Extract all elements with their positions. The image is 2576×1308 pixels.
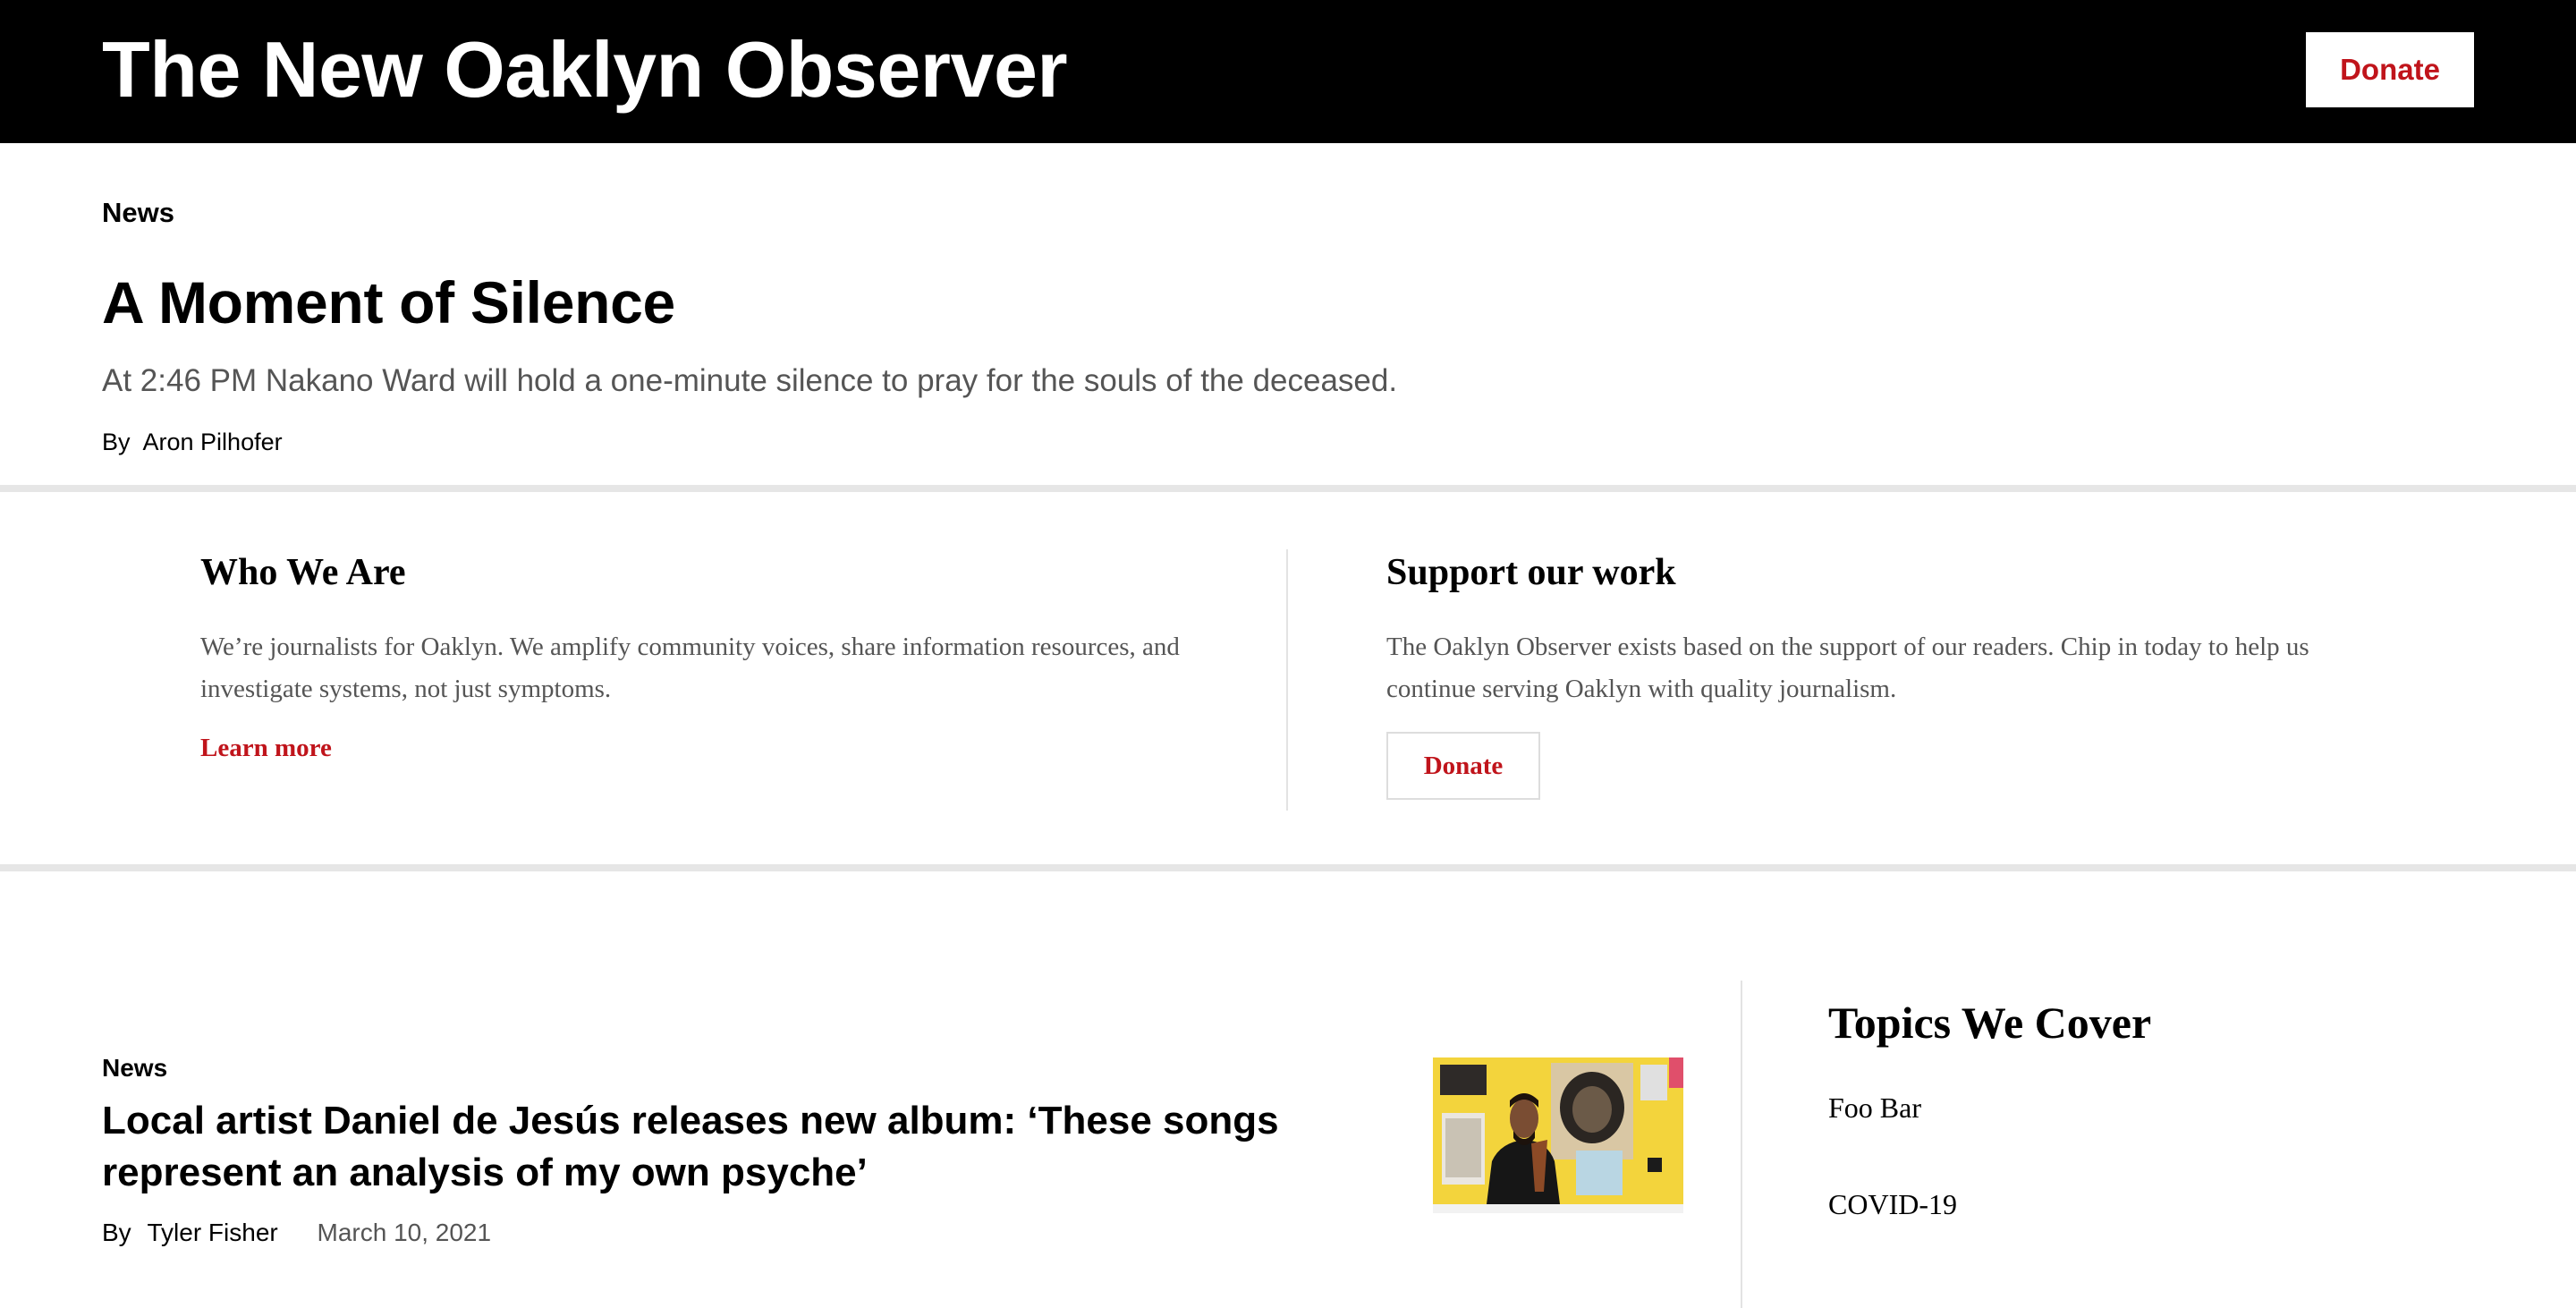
donate-button[interactable]: Donate [2306, 32, 2474, 107]
site-title[interactable]: The New Oaklyn Observer [102, 23, 1068, 116]
article-title[interactable]: Local artist Daniel de Jesús releases ne… [102, 1095, 1354, 1199]
byline-label: By [102, 1219, 131, 1246]
top-story: News A Moment of Silence At 2:46 PM Naka… [102, 195, 2428, 458]
article-thumbnail[interactable] [1433, 1057, 1683, 1204]
support-block: Support our work The Oaklyn Observer exi… [1386, 549, 2379, 800]
section-divider [0, 485, 2576, 492]
article-meta: By Tyler Fisher March 10, 2021 [102, 1217, 1354, 1249]
support-body: The Oaklyn Observer exists based on the … [1386, 633, 2309, 703]
support-donate-button[interactable]: Donate [1386, 732, 1540, 800]
site-header: The New Oaklyn Observer Foo Bar COVID-19… [0, 0, 2576, 143]
top-story-byline: By Aron Pilhofer [102, 426, 2428, 458]
author-link[interactable]: Tyler Fisher [147, 1219, 277, 1246]
sidebar-separator [1741, 981, 1742, 1308]
promo-separator [1286, 549, 1288, 811]
who-we-are-block: Who We Are We’re journalists for Oaklyn.… [200, 549, 1193, 763]
topic-link-covid-19[interactable]: COVID-19 [1828, 1186, 2454, 1222]
article-date: March 10, 2021 [317, 1219, 492, 1246]
article-category[interactable]: News [102, 1052, 1354, 1084]
who-we-are-body: We’re journalists for Oaklyn. We amplify… [200, 633, 1180, 703]
artist-photo-image [1433, 1057, 1683, 1204]
topic-link-foo-bar[interactable]: Foo Bar [1828, 1090, 2454, 1125]
topics-sidebar: Topics We Cover Foo Bar COVID-19 [1828, 995, 2454, 1222]
topics-title: Topics We Cover [1828, 998, 2152, 1048]
article-item: News Local artist Daniel de Jesús releas… [102, 1052, 1354, 1249]
learn-more-link[interactable]: Learn more [200, 734, 332, 763]
byline-label: By [102, 429, 131, 455]
who-we-are-title: Who We Are [200, 552, 406, 593]
thumbnail-caption-bar [1433, 1204, 1683, 1213]
author-link[interactable]: Aron Pilhofer [143, 429, 283, 455]
top-story-category[interactable]: News [102, 195, 2428, 231]
section-divider [0, 864, 2576, 871]
support-title: Support our work [1386, 552, 1676, 593]
promo-band: Who We Are We’re journalists for Oaklyn.… [0, 494, 2576, 864]
nav-link-foo-bar[interactable]: Foo Bar [0, 64, 51, 80]
top-story-dek: At 2:46 PM Nakano Ward will hold a one-m… [102, 363, 1398, 398]
top-story-headline[interactable]: A Moment of Silence [102, 267, 2428, 338]
